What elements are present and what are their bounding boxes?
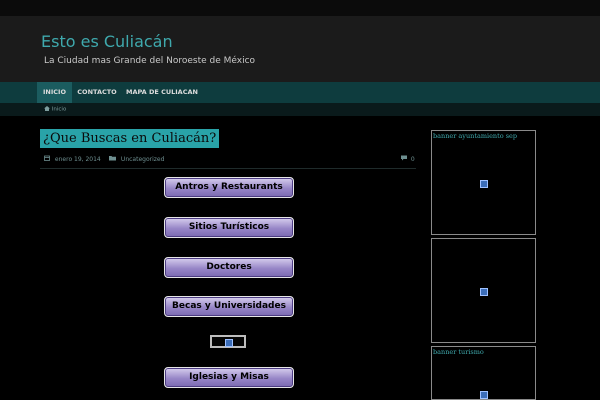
site-description: La Ciudad mas Grande del Noroeste de Méx… <box>44 56 256 66</box>
post-date: enero 19, 2014 <box>44 155 101 163</box>
sitios-turisticos-button[interactable]: Sitios Turísticos <box>164 217 294 238</box>
broken-image-link[interactable] <box>210 335 246 348</box>
post-comments: 0 <box>401 155 415 163</box>
becas-universidades-button[interactable]: Becas y Universidades <box>164 296 294 317</box>
broken-image-icon <box>480 288 488 296</box>
folder-icon <box>109 156 116 161</box>
doctores-button[interactable]: Doctores <box>164 257 294 278</box>
site-title[interactable]: Esto es Culiacán <box>41 32 173 51</box>
nav-item-inicio[interactable]: INICIO <box>37 82 72 103</box>
banner-label: banner turismo <box>433 348 484 356</box>
breadcrumb: Inicio <box>44 106 66 113</box>
post-category: Uncategorized <box>109 155 164 163</box>
broken-image-icon <box>225 338 233 347</box>
breadcrumb-home-link[interactable]: Inicio <box>52 107 67 113</box>
sidebar-banner-2[interactable] <box>431 238 536 343</box>
broken-image-icon <box>480 180 488 188</box>
breadcrumb-bar: Inicio <box>0 103 600 116</box>
nav-item-contacto[interactable]: CONTACTO <box>74 82 120 103</box>
main-navigation: INICIO CONTACTO MAPA DE CULIACAN <box>0 82 600 103</box>
nav-item-mapa[interactable]: MAPA DE CULIACAN <box>124 82 200 103</box>
top-bar <box>0 0 600 16</box>
antros-restaurants-button[interactable]: Antros y Restaurants <box>164 177 294 198</box>
post-title[interactable]: ¿Que Buscas en Culiacán? <box>40 129 220 148</box>
site-header: Esto es Culiacán La Ciudad mas Grande de… <box>0 16 600 82</box>
meta-divider <box>40 168 416 169</box>
post-date-text[interactable]: enero 19, 2014 <box>55 156 101 163</box>
calendar-icon <box>44 155 50 161</box>
post-category-link[interactable]: Uncategorized <box>121 156 164 163</box>
banner-label: banner ayuntamiento sep <box>433 132 518 140</box>
sidebar-banner-ayuntamiento[interactable]: banner ayuntamiento sep <box>431 130 536 235</box>
broken-image-icon <box>480 391 488 399</box>
comment-icon <box>401 155 407 161</box>
sidebar-banner-turismo[interactable]: banner turismo <box>431 346 536 400</box>
post-comments-count[interactable]: 0 <box>411 156 415 163</box>
iglesias-misas-button[interactable]: Iglesias y Misas <box>164 367 294 388</box>
home-icon <box>44 106 50 111</box>
